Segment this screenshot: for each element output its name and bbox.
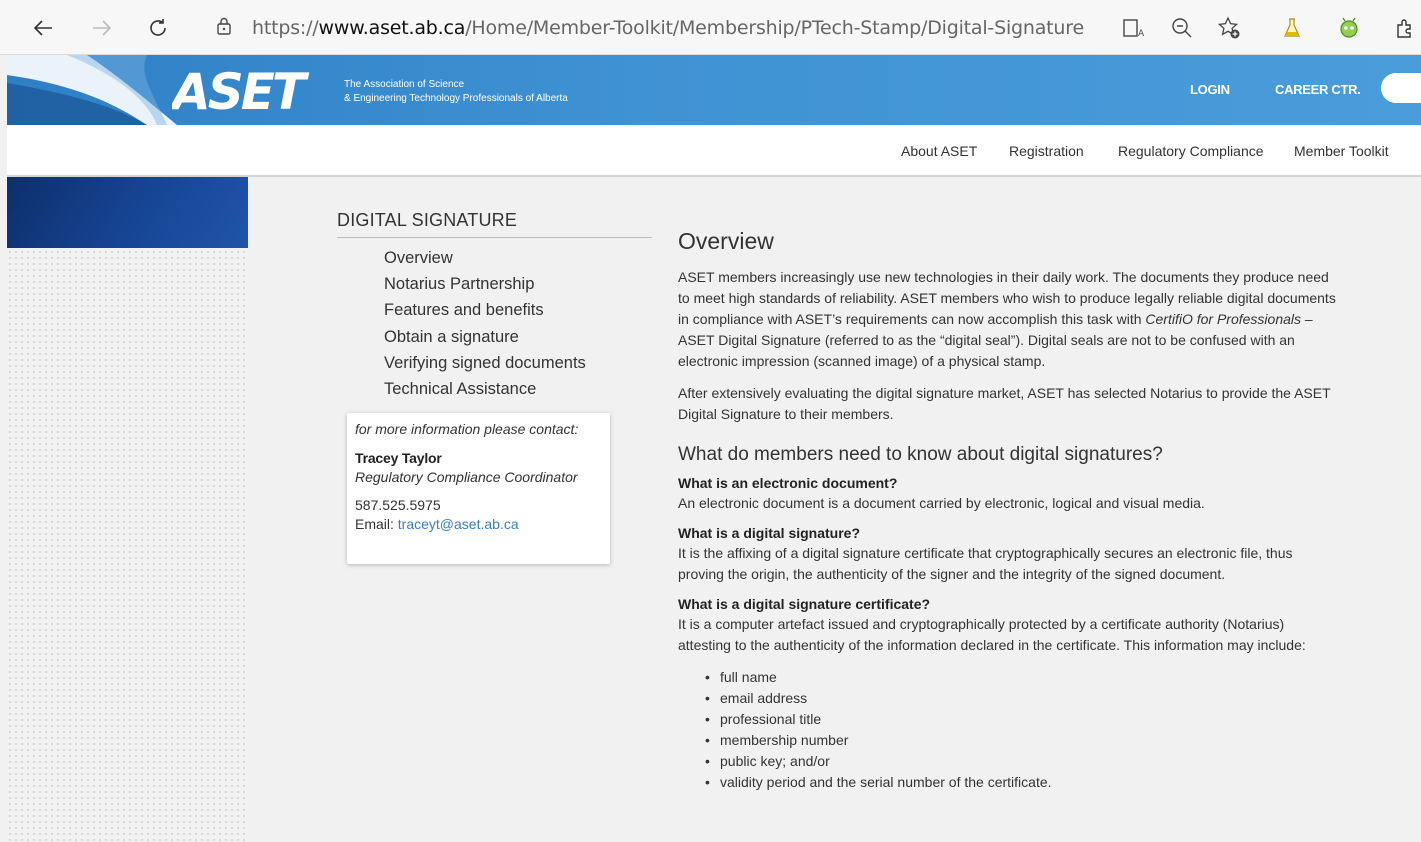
- sidebar-item-features[interactable]: Features and benefits: [384, 299, 586, 325]
- back-icon[interactable]: [27, 12, 59, 44]
- extensions-icon[interactable]: [1393, 16, 1417, 40]
- header-search-pill[interactable]: [1381, 73, 1421, 103]
- question-electronic-document: What is an electronic document?: [678, 475, 898, 491]
- question-digital-signature: What is a digital signature?: [678, 525, 861, 541]
- nav-about-aset[interactable]: About ASET: [901, 143, 977, 159]
- svg-text:ASET: ASET: [172, 65, 310, 117]
- bug-extension-icon[interactable]: [1337, 16, 1361, 40]
- list-item: public key; and/or: [700, 751, 1338, 772]
- contact-name: Tracey Taylor: [355, 450, 442, 466]
- sidebar-menu: Overview Notarius Partnership Features a…: [384, 247, 586, 404]
- list-item: full name: [700, 667, 1338, 688]
- contact-email-link[interactable]: traceyt@aset.ab.ca: [398, 516, 519, 532]
- contact-card: for more information please contact: Tra…: [347, 413, 610, 564]
- email-label: Email:: [355, 516, 398, 532]
- refresh-icon[interactable]: [142, 12, 174, 44]
- favorites-icon[interactable]: [1217, 16, 1241, 40]
- answer-certificate: It is a computer artefact issued and cry…: [678, 616, 1306, 653]
- list-item: email address: [700, 688, 1338, 709]
- left-decorative-column: [7, 177, 248, 842]
- certificate-info-list: full name email address professional tit…: [700, 667, 1338, 793]
- site-header: ASET The Association of Science & Engine…: [7, 55, 1421, 125]
- sidebar-item-overview[interactable]: Overview: [384, 247, 586, 273]
- sidebar-item-obtain-signature[interactable]: Obtain a signature: [384, 326, 586, 352]
- lock-icon[interactable]: [214, 16, 234, 41]
- zoom-out-icon[interactable]: [1170, 16, 1194, 40]
- section-heading: What do members need to know about digit…: [678, 444, 1163, 465]
- left-banner-image: [7, 177, 248, 248]
- main-content: Overview ASET members increasingly use n…: [678, 227, 1338, 793]
- read-aloud-icon[interactable]: A: [1122, 16, 1146, 40]
- forward-icon[interactable]: [86, 12, 118, 44]
- svg-text:A: A: [1138, 29, 1145, 39]
- answer-digital-signature: It is the affixing of a digital signatur…: [678, 545, 1293, 582]
- sidebar-item-notarius-partnership[interactable]: Notarius Partnership: [384, 273, 586, 299]
- aset-logo[interactable]: ASET: [168, 63, 342, 122]
- answer-electronic-document: An electronic document is a document car…: [678, 495, 1205, 511]
- sidebar-title: DIGITAL SIGNATURE: [337, 210, 652, 238]
- list-item: validity period and the serial number of…: [700, 772, 1338, 793]
- login-link[interactable]: LOGIN: [1190, 82, 1230, 97]
- site-tagline: The Association of Science & Engineering…: [344, 79, 568, 104]
- career-center-link[interactable]: CAREER CTR.: [1275, 82, 1361, 97]
- nav-regulatory-compliance[interactable]: Regulatory Compliance: [1118, 143, 1264, 159]
- nav-member-toolkit[interactable]: Member Toolkit: [1294, 143, 1389, 159]
- intro-paragraph: ASET members increasingly use new techno…: [678, 269, 1336, 369]
- browser-toolbar: https://www.aset.ab.ca/Home/Member-Toolk…: [0, 0, 1421, 55]
- question-certificate: What is a digital signature certificate?: [678, 596, 931, 612]
- flask-extension-icon[interactable]: [1280, 16, 1304, 40]
- contact-email-row: Email: traceyt@aset.ab.ca: [355, 516, 602, 532]
- page-title: Overview: [678, 228, 774, 254]
- main-navigation: About ASET Registration Regulatory Compl…: [7, 125, 1421, 177]
- list-item: membership number: [700, 730, 1338, 751]
- contact-intro: for more information please contact:: [355, 421, 579, 437]
- contact-title: Regulatory Compliance Coordinator: [355, 469, 578, 485]
- nav-registration[interactable]: Registration: [1009, 143, 1084, 159]
- sidebar-item-technical-assistance[interactable]: Technical Assistance: [384, 378, 586, 404]
- contact-phone: 587.525.5975: [355, 497, 441, 513]
- notarius-paragraph: After extensively evaluating the digital…: [678, 385, 1331, 422]
- url-text[interactable]: https://www.aset.ab.ca/Home/Member-Toolk…: [252, 17, 1084, 39]
- sidebar-item-verifying[interactable]: Verifying signed documents: [384, 352, 586, 378]
- list-item: professional title: [700, 709, 1338, 730]
